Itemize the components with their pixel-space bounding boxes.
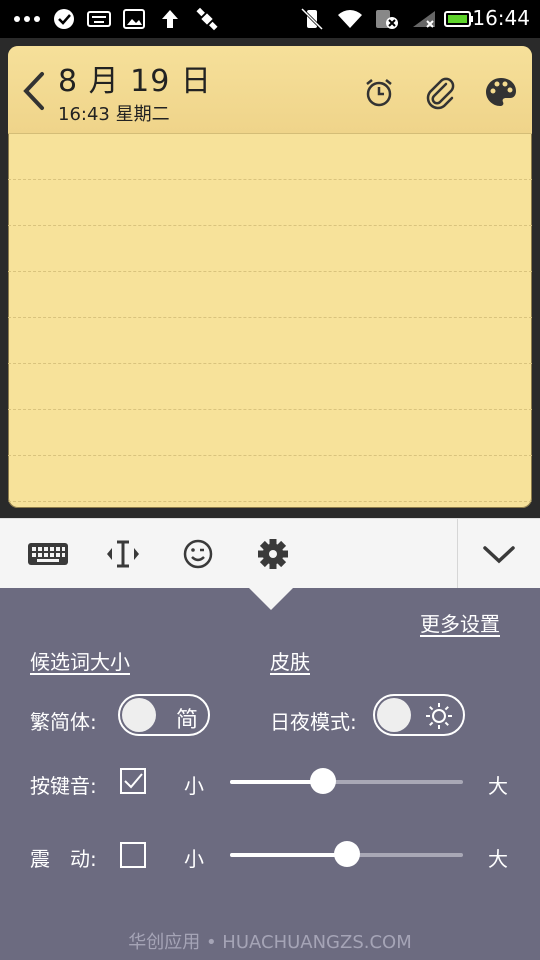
keyboard-icon: [86, 7, 112, 31]
vibrate-off-icon: [298, 7, 326, 31]
simplified-glyph: 简: [175, 708, 198, 733]
key-sound-volume-slider[interactable]: [230, 768, 463, 794]
wifi-icon: [336, 7, 364, 31]
note-line: [8, 317, 532, 318]
key-sound-label: 按键音:: [30, 774, 97, 798]
sun-icon: [426, 703, 452, 729]
paperclip-icon[interactable]: [422, 74, 458, 110]
note-paper[interactable]: 8 月 19 日 16:43 星期二: [8, 46, 532, 508]
upload-arrow-icon: [158, 7, 182, 31]
sim-no-service-icon: [374, 7, 400, 31]
note-line: [8, 179, 532, 180]
note-header: 8 月 19 日 16:43 星期二: [8, 46, 532, 134]
settings-button[interactable]: [251, 536, 295, 572]
slider-thumb[interactable]: [310, 768, 337, 794]
day-night-label: 日夜模式:: [270, 710, 357, 734]
note-line: [8, 409, 532, 410]
keyboard-button[interactable]: [26, 536, 70, 572]
input-settings-panel: 更多设置 候选词大小 皮肤 繁简体: 简 日夜模式: 按键音: 小 大 震 动:…: [0, 588, 540, 960]
slider-thumb[interactable]: [333, 841, 360, 867]
status-bar: 16:44: [0, 0, 540, 38]
satellite-icon: [194, 7, 220, 31]
image-icon: [122, 7, 146, 31]
note-frame: 8 月 19 日 16:43 星期二: [0, 38, 540, 518]
slider-fill: [230, 853, 347, 857]
collapse-keyboard-button[interactable]: [477, 536, 521, 572]
more-settings-link[interactable]: 更多设置: [420, 608, 500, 637]
toggle-knob: [377, 698, 411, 732]
cursor-move-button[interactable]: [101, 536, 145, 572]
vibration-strength-slider[interactable]: [230, 841, 463, 867]
palette-icon[interactable]: [483, 74, 519, 110]
panel-pointer: [249, 588, 293, 610]
candidate-size-link[interactable]: 候选词大小: [30, 646, 130, 675]
settings-gear-icon: [258, 539, 288, 569]
checkmark-icon: [124, 773, 143, 789]
back-chevron-icon: [23, 72, 44, 110]
status-time: 16:44: [472, 6, 530, 30]
day-night-toggle[interactable]: [373, 694, 465, 736]
emoji-button[interactable]: [176, 536, 220, 572]
collapse-chevron-icon: [483, 546, 515, 564]
note-date-title: 8 月 19 日: [58, 64, 212, 99]
battery-icon: [444, 7, 474, 31]
emoji-icon: [183, 539, 213, 569]
vibration-checkbox[interactable]: [120, 842, 146, 868]
keyboard-toolbar: [0, 518, 540, 589]
more-dots-icon: [12, 7, 42, 31]
note-body[interactable]: [8, 134, 532, 508]
toolbar-divider: [457, 519, 458, 589]
key-sound-checkbox[interactable]: [120, 768, 146, 794]
note-line: [8, 501, 532, 502]
note-line: [8, 225, 532, 226]
note-date-subtitle: 16:43 星期二: [58, 104, 170, 125]
key-sound-small-label: 小: [184, 774, 204, 798]
vibration-large-label: 大: [488, 847, 508, 871]
traditional-simplified-toggle[interactable]: 简: [118, 694, 210, 736]
skin-link[interactable]: 皮肤: [270, 646, 310, 675]
check-circle-icon: [52, 7, 76, 31]
toggle-knob: [122, 698, 156, 732]
watermark: 华创应用 • HUACHUANGZS.COM: [128, 932, 412, 953]
alarm-clock-icon[interactable]: [361, 74, 397, 110]
note-line: [8, 455, 532, 456]
traditional-simplified-label: 繁简体:: [30, 710, 97, 734]
vibration-label: 震 动:: [30, 847, 97, 871]
key-sound-large-label: 大: [488, 774, 508, 798]
cursor-move-icon: [107, 540, 139, 568]
vibration-small-label: 小: [184, 847, 204, 871]
signal-icon: [410, 7, 438, 31]
note-line: [8, 363, 532, 364]
back-button[interactable]: [20, 66, 50, 116]
note-line: [8, 271, 532, 272]
keyboard-icon: [28, 543, 68, 565]
